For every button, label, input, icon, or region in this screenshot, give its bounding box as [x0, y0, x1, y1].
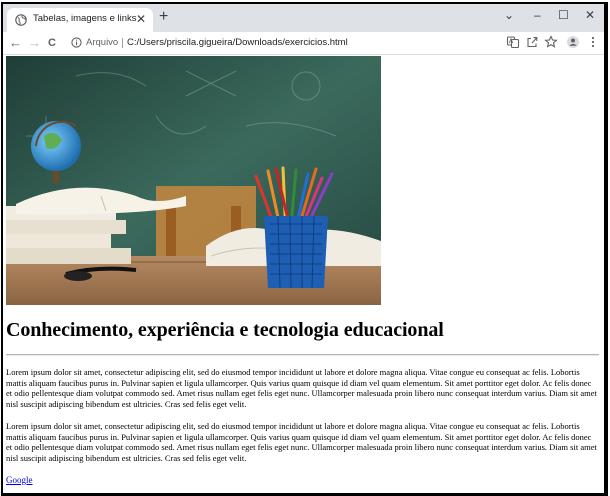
menu-kebab-icon[interactable] [586, 35, 600, 49]
translate-icon[interactable] [506, 35, 520, 49]
page-content: Conhecimento, experiência e tecnologia e… [3, 55, 604, 493]
reload-button[interactable]: C [48, 35, 56, 51]
forward-button[interactable]: → [28, 35, 41, 51]
maximize-button[interactable]: ☐ [558, 7, 569, 23]
browser-toolbar: ← → C Arquivo C:/Users/priscila.gigueira… [3, 32, 604, 55]
browser-window: Tabelas, imagens e links ✕ + ⌄ – ☐ ✕ ← →… [1, 2, 608, 496]
page-heading: Conhecimento, experiência e tecnologia e… [6, 319, 444, 341]
education-hero-image [6, 56, 381, 305]
share-icon[interactable] [525, 35, 539, 49]
globe-icon [15, 14, 27, 26]
back-button[interactable]: ← [9, 35, 22, 51]
info-icon[interactable] [71, 37, 82, 48]
url-text[interactable]: C:/Users/priscila.gigueira/Downloads/exe… [127, 36, 348, 50]
paragraph-1: Lorem ipsum dolor sit amet, consectetur … [6, 367, 597, 409]
minimize-button[interactable]: – [534, 7, 541, 23]
new-tab-button[interactable]: + [159, 9, 168, 25]
address-bar[interactable]: Arquivo C:/Users/priscila.gigueira/Downl… [69, 34, 499, 52]
window-close-button[interactable]: ✕ [585, 7, 595, 23]
paragraph-2: Lorem ipsum dolor sit amet, consectetur … [6, 421, 597, 463]
bookmark-star-icon[interactable] [544, 35, 558, 49]
tab-active[interactable]: Tabelas, imagens e links ✕ [7, 8, 153, 32]
close-icon[interactable]: ✕ [136, 11, 146, 27]
tab-strip: Tabelas, imagens e links ✕ + ⌄ – ☐ ✕ [3, 4, 604, 32]
tab-title: Tabelas, imagens e links [33, 13, 137, 24]
chevron-down-icon[interactable]: ⌄ [504, 7, 514, 23]
profile-icon[interactable] [566, 35, 580, 49]
site-info-label[interactable]: Arquivo [86, 36, 118, 50]
google-link[interactable]: Google [6, 475, 33, 485]
horizontal-rule [6, 354, 599, 356]
omnibox-divider [122, 38, 123, 48]
